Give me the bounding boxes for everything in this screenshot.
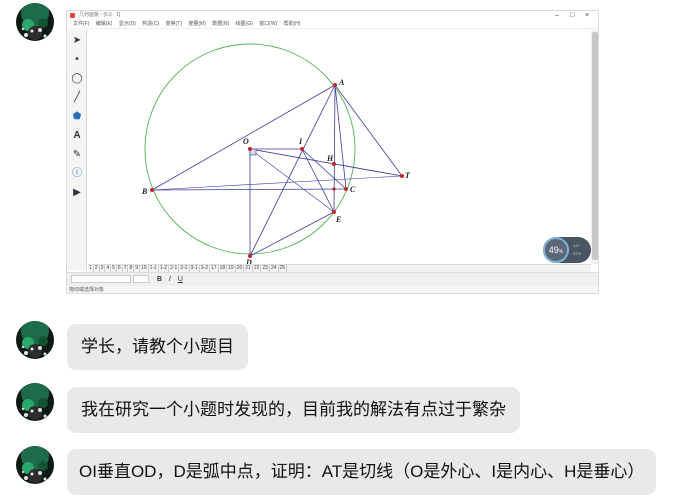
geometry-figure: A B C D E H I O T [141,43,411,267]
app-icon [70,13,75,18]
page-tab[interactable]: 3-1 [190,265,200,272]
menu-item[interactable]: 变换(T) [166,21,182,27]
page-tabs: 1 2 3 4 5 6 7 8 9 10 1-1 1-2 2-1 2-2 3-1 3-2 17 18 19 20 21 2… [88,264,591,272]
page-tab[interactable]: 25 [279,265,288,272]
point-B[interactable] [150,188,154,192]
window-title: 几何画板 - [6.0 : 1] [79,12,121,18]
label-T: T [405,171,411,180]
segment-AT [334,84,403,177]
segment-BC [151,188,347,191]
toolbox: ➤ • ◯ ╱ ⬟ A ✎ ⓘ ▶ [67,30,87,270]
maximize-icon[interactable]: □ [570,11,574,20]
message-text: OI垂直OD，D是弧中点，证明：AT是切线（O是外心、I是内心、H是垂心） [79,462,645,481]
page-tab[interactable]: 3-2 [200,265,210,272]
segment-DE [249,211,335,257]
menu-item[interactable]: 显示(D) [119,21,136,27]
minimize-icon[interactable]: – [555,11,559,20]
menu-item[interactable]: 文件(F) [73,21,89,27]
avatar[interactable] [16,446,54,484]
image-message[interactable]: 几何画板 - [6.0 : 1] – □ × 文件(F) 编辑(E) 显示(D)… [66,10,599,294]
point-I[interactable] [300,147,304,151]
text-tool-icon[interactable]: A [70,129,84,143]
vertical-scrollbar[interactable] [591,30,598,264]
line-tool-icon[interactable]: ╱ [70,91,84,105]
page-tab[interactable]: 1-2 [159,265,170,272]
page-tab[interactable]: 23 [261,265,270,272]
foot-point [332,187,336,191]
speed-percent: 49% [543,237,569,263]
sketch-canvas[interactable]: A B C D E H I O T 49% 1.0 37.9 [88,30,591,267]
menu-item[interactable]: 数据(N) [212,21,229,27]
arrow-select-icon[interactable]: ➤ [70,34,84,48]
custom-tool-icon[interactable]: ▶ [70,186,84,200]
page-tab[interactable]: 2-1 [169,265,180,272]
message-text: 我在研究一个小题时发现的，目前我的解法有点过于繁杂 [81,400,506,419]
label-I: I [298,137,303,146]
menu-item[interactable]: 帮助(H) [284,21,301,27]
italic-button[interactable]: I [169,276,171,283]
upload-speed: 1.0 [573,243,579,248]
menu-item[interactable]: 绘图(G) [236,21,253,27]
avatar[interactable] [16,383,54,421]
label-H: H [326,154,334,163]
avatar-image [16,3,54,41]
point-A[interactable] [333,83,337,87]
line-BT [151,175,403,191]
point-O[interactable] [248,147,252,151]
label-B: B [141,187,148,196]
page-tab[interactable]: 20 [236,265,245,272]
segment-AE [333,84,336,213]
page-tab[interactable]: 17 [210,265,219,272]
menu-bar: 文件(F) 编辑(E) 显示(D) 构造(C) 变换(T) 度量(M) 数据(N… [67,20,598,29]
font-select[interactable] [71,275,131,284]
page-tab[interactable]: 21 [244,265,253,272]
label-C: C [350,185,356,194]
avatar[interactable] [16,3,54,41]
menu-item[interactable]: 编辑(E) [96,21,113,27]
segment-HT [334,163,403,177]
page-tab[interactable]: 19 [227,265,236,272]
avatar-image [16,446,54,484]
point-C[interactable] [344,187,348,191]
polygon-tool-icon[interactable]: ⬟ [70,110,84,124]
info-tool-icon[interactable]: ⓘ [70,167,84,181]
chat-bubble[interactable]: 学长，请教个小题目 [67,324,248,370]
close-icon[interactable]: × [585,11,589,20]
bold-button[interactable]: B [157,276,162,283]
point-T[interactable] [400,174,404,178]
marker-tool-icon[interactable]: ✎ [70,148,84,162]
chat-bubble[interactable]: 我在研究一个小题时发现的，目前我的解法有点过于繁杂 [67,387,520,433]
underline-button[interactable]: U [178,276,183,283]
page-tab[interactable]: 22 [253,265,262,272]
page-tab[interactable]: 10 [140,265,149,272]
page-tab[interactable]: 18 [219,265,228,272]
chat-bubble[interactable]: OI垂直OD，D是弧中点，证明：AT是切线（O是外心、I是内心、H是垂心） [67,449,657,495]
label-E: E [335,215,341,224]
page-tab[interactable]: 1-1 [149,265,159,272]
avatar[interactable] [16,321,54,359]
page-tab[interactable]: 2-2 [179,265,190,272]
point-tool-icon[interactable]: • [70,53,84,67]
page-tab[interactable]: 24 [270,265,279,272]
compass-tool-icon[interactable]: ◯ [70,72,84,86]
segment-AC [334,84,347,190]
point-E[interactable] [332,210,336,214]
label-O: O [243,137,249,146]
avatar-image [16,383,54,421]
status-bar: 拖动或选择对象 [67,286,598,293]
label-A: A [338,78,345,87]
network-speed-widget[interactable]: 49% 1.0 37.9 [543,237,591,263]
menu-item[interactable]: 窗口(W) [259,21,277,27]
segment-AD [249,84,336,257]
message-text: 学长，请教个小题目 [81,337,234,356]
text-format-bar: B I U [67,272,598,286]
window-titlebar: 几何画板 - [6.0 : 1] – □ × [67,11,598,20]
download-speed: 37.9 [573,251,581,256]
avatar-image [16,321,54,359]
segment-IC [301,148,347,190]
menu-item[interactable]: 构造(C) [142,21,159,27]
menu-item[interactable]: 度量(M) [188,21,206,27]
size-select[interactable] [132,275,149,284]
